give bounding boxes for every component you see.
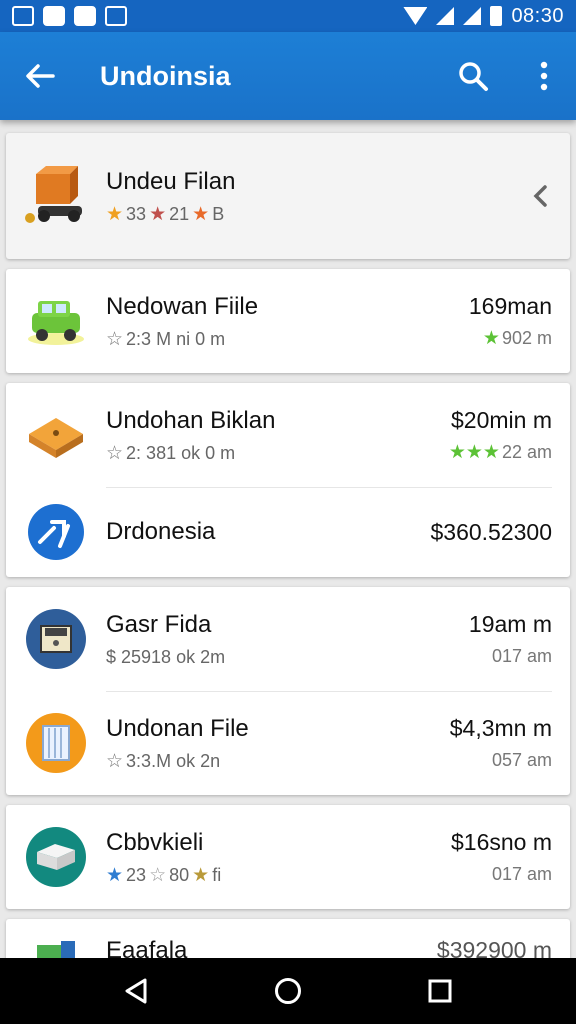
- circle-app-icon: [6, 487, 106, 577]
- list-item[interactable]: Cbbvkieli ★ 23 ☆ 80 ★ fi $16sno m 017 am: [6, 805, 570, 909]
- item-title: Drdonesia: [106, 518, 216, 545]
- list-item[interactable]: Drdonesia $360.52300: [6, 487, 570, 577]
- gallery-icon: [12, 6, 34, 26]
- page-title: Undoinsia: [100, 60, 231, 91]
- item-meta: ★ 902 m: [482, 328, 552, 349]
- star-icon: ★: [192, 203, 210, 225]
- item-subtitle: ☆ 3:3.M ok 2n: [106, 750, 221, 772]
- item-title: Gasr Fida: [106, 610, 212, 638]
- app-icon: [74, 6, 96, 26]
- list-item[interactable]: Nedowan Fiile ☆ 2:3 M ni 0 m 169man ★ 90…: [6, 269, 570, 373]
- document-icon: [6, 691, 106, 795]
- wifi-icon: [403, 7, 428, 25]
- nav-back-button[interactable]: [106, 961, 166, 1021]
- nav-home-button[interactable]: [258, 961, 318, 1021]
- item-subtitle: ☆ 2: 381 ok 0 m: [106, 442, 236, 464]
- item-rating: ★ 23 ☆ 80 ★ fi: [106, 864, 222, 886]
- item-title: Undeu Filan: [106, 167, 236, 195]
- list-card: Undeu Filan ★ 33 ★ 21 ★ B: [6, 133, 570, 259]
- nav-back-icon: [125, 978, 147, 1004]
- item-meta: ★★★ 22 am: [448, 442, 552, 463]
- box-icon: [6, 383, 106, 487]
- star-outline-icon: ☆: [106, 750, 124, 772]
- signal-icon: [463, 7, 482, 25]
- package-icon: [6, 587, 106, 691]
- nav-recents-button[interactable]: [410, 961, 470, 1021]
- navigation-bar: [0, 958, 576, 1024]
- signal-icon: [436, 7, 455, 25]
- item-title: Nedowan Fiile: [106, 292, 259, 320]
- item-subtitle: ☆ 2:3 M ni 0 m: [106, 328, 226, 350]
- star-outline-icon: ☆: [106, 328, 124, 350]
- star-icon: ★: [106, 203, 124, 225]
- list-card: Gasr Fida $ 25918 ok 2m 19am m 017 am Un…: [6, 587, 570, 795]
- item-title: Cbbvkieli: [106, 828, 204, 856]
- star-icon: ★: [149, 203, 167, 225]
- search-icon: [459, 62, 488, 91]
- list-card: Undohan Biklan ☆ 2: 381 ok 0 m $20min m …: [6, 383, 570, 577]
- item-subtitle: $ 25918 ok 2m: [106, 646, 226, 667]
- item-price: 169man: [468, 293, 552, 319]
- more-options-button[interactable]: [512, 32, 576, 120]
- battery-icon: [490, 6, 503, 26]
- list-item[interactable]: Undonan File ☆ 3:3.M ok 2n $4,3mn m 057 …: [6, 691, 570, 795]
- item-rating: ★ 33 ★ 21 ★ B: [106, 203, 225, 225]
- app-list: Undeu Filan ★ 33 ★ 21 ★ B Nedowan Fiile …: [6, 133, 570, 989]
- more-vert-icon: [540, 61, 548, 91]
- item-price: $4,3mn m: [449, 715, 552, 741]
- status-bar: 08:30: [0, 0, 576, 32]
- star-icon: ★: [482, 328, 500, 349]
- chevron-left-icon: [533, 185, 547, 207]
- item-price: $360.52300: [430, 518, 552, 545]
- back-button[interactable]: [0, 32, 80, 120]
- star-icon: ★: [192, 864, 210, 886]
- car-icon: [6, 269, 106, 373]
- nav-home-icon: [275, 978, 301, 1004]
- box-icon: [6, 805, 106, 909]
- item-meta: 017 am: [491, 864, 552, 884]
- item-title: Undohan Biklan: [106, 406, 276, 434]
- star-outline-icon: ☆: [106, 442, 124, 464]
- item-price: $20min m: [451, 407, 552, 433]
- truck-icon: [6, 144, 106, 248]
- nav-recents-icon: [428, 979, 452, 1003]
- list-card: Nedowan Fiile ☆ 2:3 M ni 0 m 169man ★ 90…: [6, 269, 570, 373]
- list-item[interactable]: Undohan Biklan ☆ 2: 381 ok 0 m $20min m …: [6, 383, 570, 487]
- star-icon: ★: [106, 864, 124, 886]
- star-outline-icon: ☆: [149, 864, 167, 886]
- search-button[interactable]: [434, 32, 512, 120]
- notification-icon: [43, 6, 65, 26]
- back-arrow-icon: [26, 64, 55, 88]
- expand-button[interactable]: [510, 184, 570, 208]
- list-item[interactable]: Gasr Fida $ 25918 ok 2m 19am m 017 am: [6, 587, 570, 691]
- photo-icon: [105, 6, 127, 26]
- item-meta: 057 am: [491, 750, 552, 770]
- star-icon: ★★★: [448, 442, 500, 463]
- status-time: 08:30: [511, 4, 564, 27]
- list-card: Cbbvkieli ★ 23 ☆ 80 ★ fi $16sno m 017 am: [6, 805, 570, 909]
- item-price: $16sno m: [450, 829, 552, 855]
- item-title: Undonan File: [106, 714, 249, 742]
- item-meta: 017 am: [491, 646, 552, 666]
- list-item[interactable]: Undeu Filan ★ 33 ★ 21 ★ B: [6, 133, 570, 259]
- item-price: 19am m: [468, 611, 552, 637]
- app-bar: Undoinsia: [0, 32, 576, 120]
